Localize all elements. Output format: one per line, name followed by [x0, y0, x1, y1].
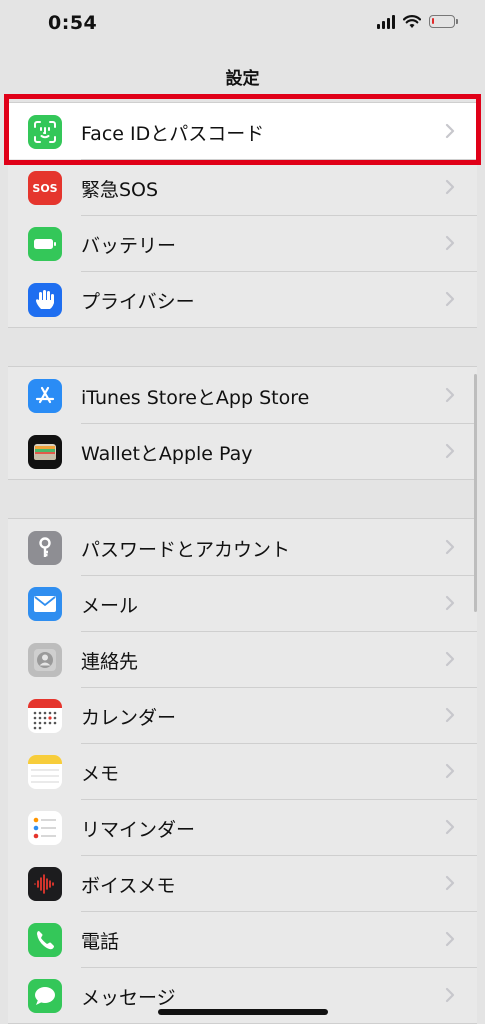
- row-divider: [81, 799, 477, 800]
- settings-item-label: 緊急SOS: [81, 179, 159, 201]
- settings-item-face-id[interactable]: Face IDとパスコード: [8, 103, 477, 159]
- row-divider: [81, 159, 477, 160]
- voice-memo-icon: [28, 867, 62, 901]
- chevron-right-icon: [445, 931, 455, 947]
- calendar-icon: [28, 699, 62, 733]
- scrollbar[interactable]: [474, 374, 477, 612]
- settings-item-reminders[interactable]: リマインダー: [8, 799, 477, 855]
- chevron-right-icon: [445, 179, 455, 195]
- chevron-right-icon: [445, 707, 455, 723]
- row-divider: [81, 631, 477, 632]
- settings-item-notes[interactable]: メモ: [8, 743, 477, 799]
- chevron-right-icon: [445, 819, 455, 835]
- row-divider: [81, 743, 477, 744]
- settings-group-stores: iTunes StoreとApp Store WalletとApple Pay: [8, 366, 477, 480]
- settings-item-calendar[interactable]: カレンダー: [8, 687, 477, 743]
- chevron-right-icon: [445, 387, 455, 403]
- settings-item-label: プライバシー: [81, 291, 195, 313]
- wifi-icon: [403, 14, 421, 28]
- row-divider: [81, 687, 477, 688]
- wallet-icon: [28, 435, 62, 469]
- sos-icon: SOS: [28, 171, 62, 205]
- chevron-right-icon: [445, 651, 455, 667]
- row-divider: [81, 967, 477, 968]
- chevron-right-icon: [445, 235, 455, 251]
- settings-item-voice-memos[interactable]: ボイスメモ: [8, 855, 477, 911]
- row-divider: [81, 911, 477, 912]
- phone-icon: [28, 923, 62, 957]
- hand-icon: [28, 283, 62, 317]
- chevron-right-icon: [445, 987, 455, 1003]
- status-icons: [377, 14, 458, 29]
- contacts-icon: [28, 643, 62, 677]
- cellular-signal-icon: [377, 14, 395, 29]
- settings-item-privacy[interactable]: プライバシー: [8, 271, 477, 327]
- row-divider: [81, 215, 477, 216]
- home-indicator[interactable]: [158, 1009, 328, 1015]
- settings-item-label: メモ: [81, 763, 120, 785]
- reminders-icon: [28, 811, 62, 845]
- settings-item-mail[interactable]: メール: [8, 575, 477, 631]
- settings-item-label: 連絡先: [81, 651, 139, 673]
- settings-item-contacts[interactable]: 連絡先: [8, 631, 477, 687]
- settings-item-label: メール: [81, 595, 139, 617]
- row-divider: [81, 271, 477, 272]
- settings-item-label: ボイスメモ: [81, 875, 176, 897]
- settings-item-label: リマインダー: [81, 819, 196, 841]
- settings-item-label: バッテリー: [81, 235, 177, 257]
- key-icon: [28, 531, 62, 565]
- settings-item-label: iTunes StoreとApp Store: [81, 387, 310, 409]
- settings-item-wallet[interactable]: WalletとApple Pay: [8, 423, 477, 479]
- settings-item-label: メッセージ: [81, 987, 176, 1009]
- chevron-right-icon: [445, 291, 455, 307]
- settings-item-label: Face IDとパスコード: [81, 123, 265, 145]
- chevron-right-icon: [445, 763, 455, 779]
- chevron-right-icon: [445, 875, 455, 891]
- notes-icon: [28, 755, 62, 789]
- mail-icon: [28, 587, 62, 621]
- chevron-right-icon: [445, 595, 455, 611]
- settings-item-label: 電話: [81, 931, 120, 953]
- chevron-right-icon: [445, 443, 455, 459]
- battery-icon: [28, 227, 62, 261]
- settings-group-apps: パスワードとアカウント メール 連絡先 カレンダー メモ リマインダー ボイスメ…: [8, 518, 477, 1024]
- messages-icon: [28, 979, 62, 1013]
- settings-item-label: パスワードとアカウント: [81, 539, 291, 561]
- settings-item-battery[interactable]: バッテリー: [8, 215, 477, 271]
- row-divider: [81, 855, 477, 856]
- status-bar: 0:54: [0, 0, 485, 52]
- settings-item-label: WalletとApple Pay: [81, 443, 253, 465]
- settings-group-security: Face IDとパスコード SOS 緊急SOS バッテリー プライバシー: [8, 102, 477, 328]
- page-title: 設定: [225, 69, 260, 89]
- row-divider: [81, 575, 477, 576]
- settings-item-label: カレンダー: [81, 707, 177, 729]
- settings-item-passwords[interactable]: パスワードとアカウント: [8, 519, 477, 575]
- settings-item-emergency-sos[interactable]: SOS 緊急SOS: [8, 159, 477, 215]
- app-store-icon: [28, 379, 62, 413]
- battery-icon: [429, 15, 458, 28]
- sos-icon-text: SOS: [32, 181, 58, 195]
- status-time: 0:54: [48, 12, 98, 34]
- settings-item-itunes-app-store[interactable]: iTunes StoreとApp Store: [8, 367, 477, 423]
- face-id-icon: [28, 115, 62, 149]
- chevron-right-icon: [445, 123, 455, 139]
- chevron-right-icon: [445, 539, 455, 555]
- row-divider: [81, 423, 477, 424]
- settings-item-phone[interactable]: 電話: [8, 911, 477, 967]
